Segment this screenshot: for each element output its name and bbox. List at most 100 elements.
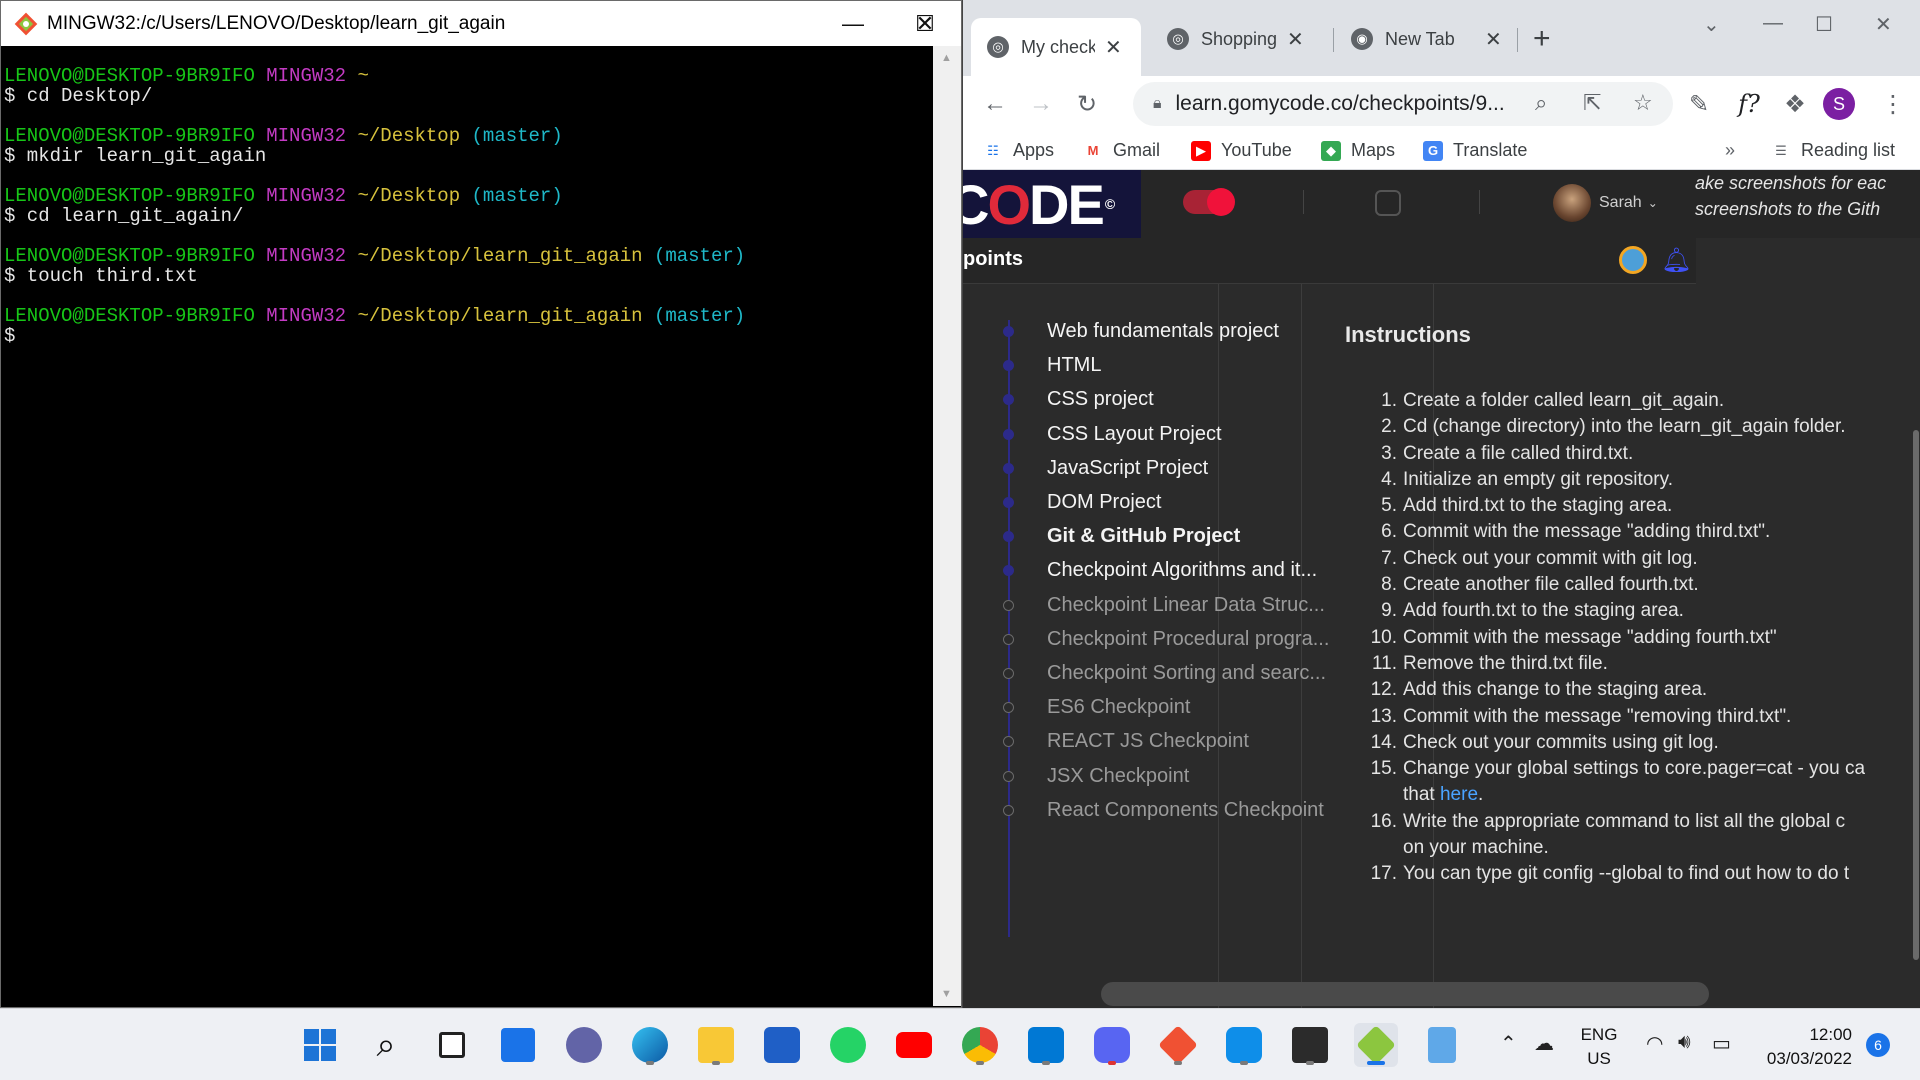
checkpoint-item[interactable]: REACT JS Checkpoint [963, 724, 1363, 758]
back-button[interactable]: ← [975, 84, 1015, 124]
discord-icon[interactable] [1090, 1023, 1134, 1067]
instruction-item: 10. Commit with the message "adding fourt… [1345, 625, 1920, 651]
whatsapp-icon[interactable] [826, 1023, 870, 1067]
prompt-path: ~/Desktop/learn_git_again [357, 305, 643, 327]
clock[interactable]: 12:00 03/03/2022 [1762, 1023, 1852, 1071]
onedrive-cloud-icon[interactable]: ☁︎ [1534, 1031, 1554, 1056]
checkpoint-item[interactable]: HTML [963, 348, 1363, 382]
chrome-icon[interactable] [958, 1023, 1002, 1067]
bookmark-translate[interactable]: G Translate [1423, 140, 1527, 161]
lock-icon[interactable]: 🔒︎ [1153, 95, 1162, 113]
close-tab-icon[interactable]: ✕ [1287, 27, 1304, 52]
terminal-output[interactable]: LENOVO@DESKTOP-9BR9IFO MINGW32 ~ $ cd De… [1, 46, 931, 1006]
edge-icon[interactable] [628, 1023, 672, 1067]
close-button[interactable]: ✕ [889, 1, 961, 46]
web-page[interactable]: C O DE © Sarah ⌄ ake screenshots for eac sc… [963, 170, 1920, 1008]
git-bash-icon[interactable] [1354, 1023, 1398, 1067]
prompt-system: MINGW32 [266, 245, 347, 267]
scroll-up-icon[interactable]: ▲ [941, 52, 952, 64]
instruction-text: that [1403, 784, 1440, 806]
battery-icon[interactable]: ▭ [1712, 1031, 1731, 1056]
vscode-icon[interactable] [1024, 1023, 1068, 1067]
tab-new-tab[interactable]: ◉ New Tab ✕ [1335, 20, 1515, 58]
bookmark-apps[interactable]: ☷ Apps [983, 140, 1054, 161]
vertical-scrollbar[interactable] [1913, 430, 1919, 960]
bookmark-youtube[interactable]: ▶ YouTube [1191, 140, 1292, 161]
chat-icon[interactable] [1375, 190, 1401, 216]
checkpoint-item[interactable]: JSX Checkpoint [963, 759, 1363, 793]
checkpoint-item[interactable]: Checkpoint Linear Data Struc... [963, 588, 1363, 622]
tab-search-icon[interactable]: ⌄ [1703, 12, 1720, 37]
tab-shopping[interactable]: ◎ Shopping ✕ [1151, 20, 1321, 58]
profile-avatar[interactable]: S [1823, 88, 1855, 120]
language-indicator[interactable]: ENG US [1580, 1023, 1618, 1071]
task-view-icon[interactable] [430, 1023, 474, 1067]
terminal-icon[interactable] [1288, 1023, 1332, 1067]
close-tab-icon[interactable]: ✕ [1485, 27, 1502, 52]
wifi-icon[interactable]: ◠ [1646, 1031, 1663, 1056]
teams-chat-icon[interactable] [562, 1023, 606, 1067]
checkpoint-item[interactable]: JavaScript Project [963, 451, 1363, 485]
prompt-path: ~/Desktop [357, 185, 461, 207]
notification-count-badge[interactable]: 6 [1866, 1033, 1890, 1057]
checkpoint-item[interactable]: Git & GitHub Project [963, 519, 1363, 553]
checkpoint-item[interactable]: Checkpoint Sorting and searc... [963, 656, 1363, 690]
checkpoint-item[interactable]: Checkpoint Procedural progra... [963, 622, 1363, 656]
horizontal-scrollbar[interactable] [1101, 982, 1709, 1006]
minimize-button[interactable]: — [1763, 12, 1783, 35]
extensions-icon[interactable]: ❖ [1775, 84, 1815, 124]
notepad-icon[interactable] [1420, 1023, 1464, 1067]
share-icon[interactable]: ⇱ [1583, 90, 1601, 116]
checkpoint-item[interactable]: React Components Checkpoint [963, 793, 1363, 827]
checkpoint-item[interactable]: DOM Project [963, 485, 1363, 519]
rocket-badge-icon[interactable] [1619, 246, 1647, 274]
teamviewer-icon[interactable] [1222, 1023, 1266, 1067]
close-tab-icon[interactable]: ✕ [1105, 35, 1122, 60]
theme-toggle[interactable] [1183, 188, 1235, 216]
minimize-button[interactable]: — [817, 1, 889, 46]
windows-start-icon[interactable] [298, 1023, 342, 1067]
instruction-text: Add third.txt to the staging area. [1403, 495, 1673, 517]
reading-list-button[interactable]: ☰ Reading list [1771, 140, 1895, 161]
address-bar[interactable]: 🔒︎ learn.gomycode.co/checkpoints/9... ⌕ … [1133, 82, 1673, 126]
url-text[interactable]: learn.gomycode.co/checkpoints/9... [1176, 92, 1516, 116]
terminal-title: MINGW32:/c/Users/LENOVO/Desktop/learn_gi… [47, 12, 506, 34]
terminal-scrollbar[interactable]: ▲ ▼ [933, 46, 961, 1006]
terminal-title-bar[interactable]: MINGW32:/c/Users/LENOVO/Desktop/learn_gi… [1, 1, 961, 46]
git-gui-icon[interactable] [1156, 1023, 1200, 1067]
bookmark-maps[interactable]: ◆ Maps [1321, 140, 1395, 161]
user-menu[interactable]: Sarah ⌄ [1553, 184, 1658, 222]
zoom-icon[interactable]: ⌕ [1535, 90, 1547, 116]
bookmark-star-icon[interactable]: ☆ [1633, 90, 1653, 116]
scroll-down-icon[interactable]: ▼ [941, 988, 952, 1000]
chevron-up-icon[interactable]: ⌃ [1500, 1031, 1517, 1056]
checkpoint-item[interactable]: Web fundamentals project [963, 314, 1363, 348]
maximize-button[interactable]: ☐ [1815, 12, 1833, 37]
close-button[interactable]: ✕ [1875, 12, 1892, 37]
reload-button[interactable]: ↻ [1067, 84, 1107, 124]
forward-button[interactable]: → [1021, 84, 1061, 124]
chrome-menu-icon[interactable]: ⋮ [1873, 84, 1913, 124]
checkpoint-item[interactable]: Checkpoint Algorithms and it... [963, 553, 1363, 587]
search-icon[interactable]: ⌕ [364, 1023, 408, 1067]
store-icon[interactable] [760, 1023, 804, 1067]
youtube-icon[interactable] [892, 1023, 936, 1067]
checkpoint-item[interactable]: ES6 Checkpoint [963, 690, 1363, 724]
checkpoint-item[interactable]: CSS project [963, 382, 1363, 416]
tab-my-checkpoints[interactable]: ◎ My checkp ✕ [971, 18, 1141, 76]
more-bookmarks-icon[interactable]: » [1725, 140, 1735, 161]
widgets-icon[interactable] [496, 1023, 540, 1067]
instruction-link[interactable]: here [1440, 784, 1478, 805]
instruction-text: Remove the third.txt file. [1403, 652, 1608, 674]
gomycode-logo[interactable]: C O DE © [963, 170, 1141, 238]
checkpoint-item[interactable]: CSS Layout Project [963, 417, 1363, 451]
bookmark-gmail[interactable]: M Gmail [1083, 140, 1160, 161]
formula-extension-icon[interactable]: f? [1729, 84, 1769, 124]
notification-bell-icon[interactable]: 🔔︎ [1661, 246, 1691, 275]
terminal-window[interactable]: MINGW32:/c/Users/LENOVO/Desktop/learn_gi… [0, 0, 962, 1008]
extension-pen-icon[interactable]: ✎ [1679, 84, 1719, 124]
chrome-window[interactable]: ◎ My checkp ✕ ◎ Shopping ✕ ◉ New Tab ✕ +… [962, 0, 1920, 1008]
file-explorer-icon[interactable] [694, 1023, 738, 1067]
new-tab-button[interactable]: + [1533, 22, 1551, 56]
volume-icon[interactable]: 🔊︎ [1678, 1031, 1691, 1054]
